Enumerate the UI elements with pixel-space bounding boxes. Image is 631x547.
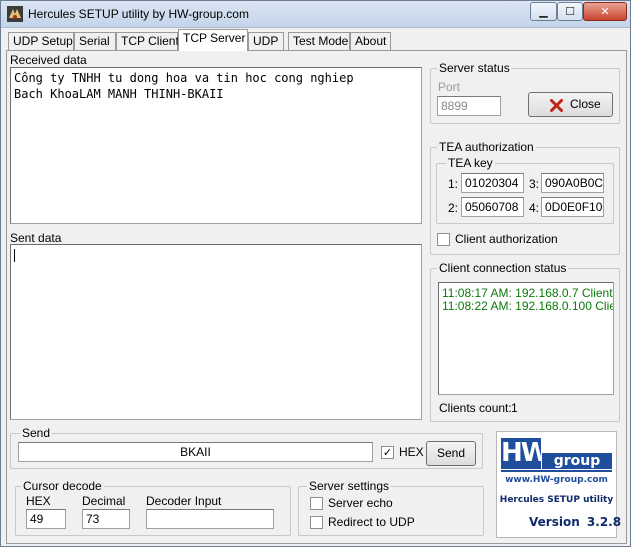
send-group-label: Send bbox=[20, 426, 53, 440]
hex-checkbox[interactable]: ✓ bbox=[381, 446, 394, 459]
logo-version: Version 3.2.8 bbox=[529, 515, 621, 529]
hercules-app-icon bbox=[7, 6, 23, 22]
cursor-decimal-field[interactable]: 73 bbox=[82, 509, 130, 529]
close-server-label: Close bbox=[570, 97, 601, 111]
hex-checkbox-label: HEX bbox=[399, 445, 424, 459]
client-authorization-label: Client authorization bbox=[455, 232, 558, 246]
tea-key-index: 2: bbox=[448, 201, 459, 215]
tab-tcp-server[interactable]: TCP Server bbox=[178, 29, 248, 51]
server-status-label: Server status bbox=[437, 61, 512, 75]
tab-test-mode[interactable]: Test Mode bbox=[288, 32, 350, 51]
tea-key-label: TEA key bbox=[446, 156, 495, 170]
client-authorization-checkbox[interactable] bbox=[437, 233, 450, 246]
logo-divider bbox=[501, 470, 612, 472]
maximize-button[interactable]: ☐ bbox=[557, 2, 583, 21]
sent-data-area[interactable] bbox=[10, 244, 422, 420]
logo-hw-mark: HW bbox=[501, 438, 549, 469]
clients-count-value: 1 bbox=[511, 401, 518, 415]
client-connection-list[interactable]: 11:08:17 AM: 192.168.0.7 Client co 11:08… bbox=[438, 282, 614, 395]
redirect-udp-label: Redirect to UDP bbox=[328, 515, 415, 529]
server-echo-checkbox[interactable] bbox=[310, 497, 323, 510]
tea-key-index: 3: bbox=[529, 177, 540, 191]
redirect-udp-checkbox[interactable] bbox=[310, 516, 323, 529]
title-bar[interactable]: Hercules SETUP utility by HW-group.com ▁… bbox=[1, 1, 630, 28]
received-line: Công ty TNHH tu dong hoa va tin hoc cong… bbox=[14, 71, 354, 85]
tea-key-index: 4: bbox=[529, 201, 540, 215]
tea-key-3-field[interactable]: 090A0B0C bbox=[541, 173, 604, 193]
tea-key-2-field[interactable]: 05060708 bbox=[461, 197, 524, 217]
client-connection-entry: 11:08:22 AM: 192.168.0.100 Client bbox=[442, 299, 614, 313]
tab-about[interactable]: About bbox=[350, 32, 391, 51]
received-data-area[interactable]: Công ty TNHH tu dong hoa va tin hoc cong… bbox=[10, 67, 422, 224]
cursor-hex-field[interactable]: 49 bbox=[26, 509, 66, 529]
window-close-button[interactable]: ✕ bbox=[583, 2, 627, 21]
tab-udp[interactable]: UDP bbox=[248, 32, 284, 51]
tab-tcp-client[interactable]: TCP Client bbox=[116, 32, 179, 51]
logo-product: Hercules SETUP utility bbox=[499, 495, 614, 505]
cursor-decimal-label: Decimal bbox=[82, 494, 126, 508]
minimize-button[interactable]: ▁ bbox=[530, 2, 557, 21]
window-title: Hercules SETUP utility by HW-group.com bbox=[28, 7, 249, 21]
tab-udp-setup[interactable]: UDP Setup bbox=[8, 32, 74, 51]
clients-count-label: Clients count: bbox=[439, 401, 512, 415]
version-label: Version bbox=[529, 515, 580, 529]
decoder-input-label: Decoder Input bbox=[146, 494, 222, 508]
logo-group-mark: group bbox=[542, 453, 612, 469]
decoder-input-field[interactable] bbox=[146, 509, 274, 529]
logo-url: www.HW-group.com bbox=[505, 475, 608, 485]
tea-key-4-field[interactable]: 0D0E0F10 bbox=[541, 197, 604, 217]
close-server-button[interactable]: Close bbox=[528, 92, 613, 117]
close-x-icon bbox=[550, 99, 563, 112]
port-label: Port bbox=[438, 80, 461, 94]
text-caret bbox=[14, 249, 15, 262]
cursor-decode-label: Cursor decode bbox=[21, 479, 104, 493]
tea-key-1-field[interactable]: 01020304 bbox=[461, 173, 524, 193]
tea-key-index: 1: bbox=[448, 177, 459, 191]
app-window: Hercules SETUP utility by HW-group.com ▁… bbox=[0, 0, 631, 547]
server-echo-label: Server echo bbox=[328, 496, 393, 510]
send-button[interactable]: Send bbox=[426, 441, 476, 466]
cursor-hex-label: HEX bbox=[26, 494, 51, 508]
sent-data-label: Sent data bbox=[10, 231, 62, 245]
client-connection-label: Client connection status bbox=[437, 261, 569, 275]
server-settings-label: Server settings bbox=[307, 479, 392, 493]
tea-authorization-label: TEA authorization bbox=[437, 140, 536, 154]
version-number: 3.2.8 bbox=[586, 515, 622, 529]
port-field[interactable]: 8899 bbox=[437, 96, 501, 116]
received-data-label: Received data bbox=[10, 53, 87, 67]
received-line: Bach KhoaLAM MANH THINH-BKAII bbox=[14, 87, 224, 101]
hw-group-logo[interactable]: HW group www.HW-group.com Hercules SETUP… bbox=[496, 431, 621, 538]
tab-serial[interactable]: Serial bbox=[74, 32, 116, 51]
send-input[interactable]: BKAII bbox=[18, 442, 373, 462]
